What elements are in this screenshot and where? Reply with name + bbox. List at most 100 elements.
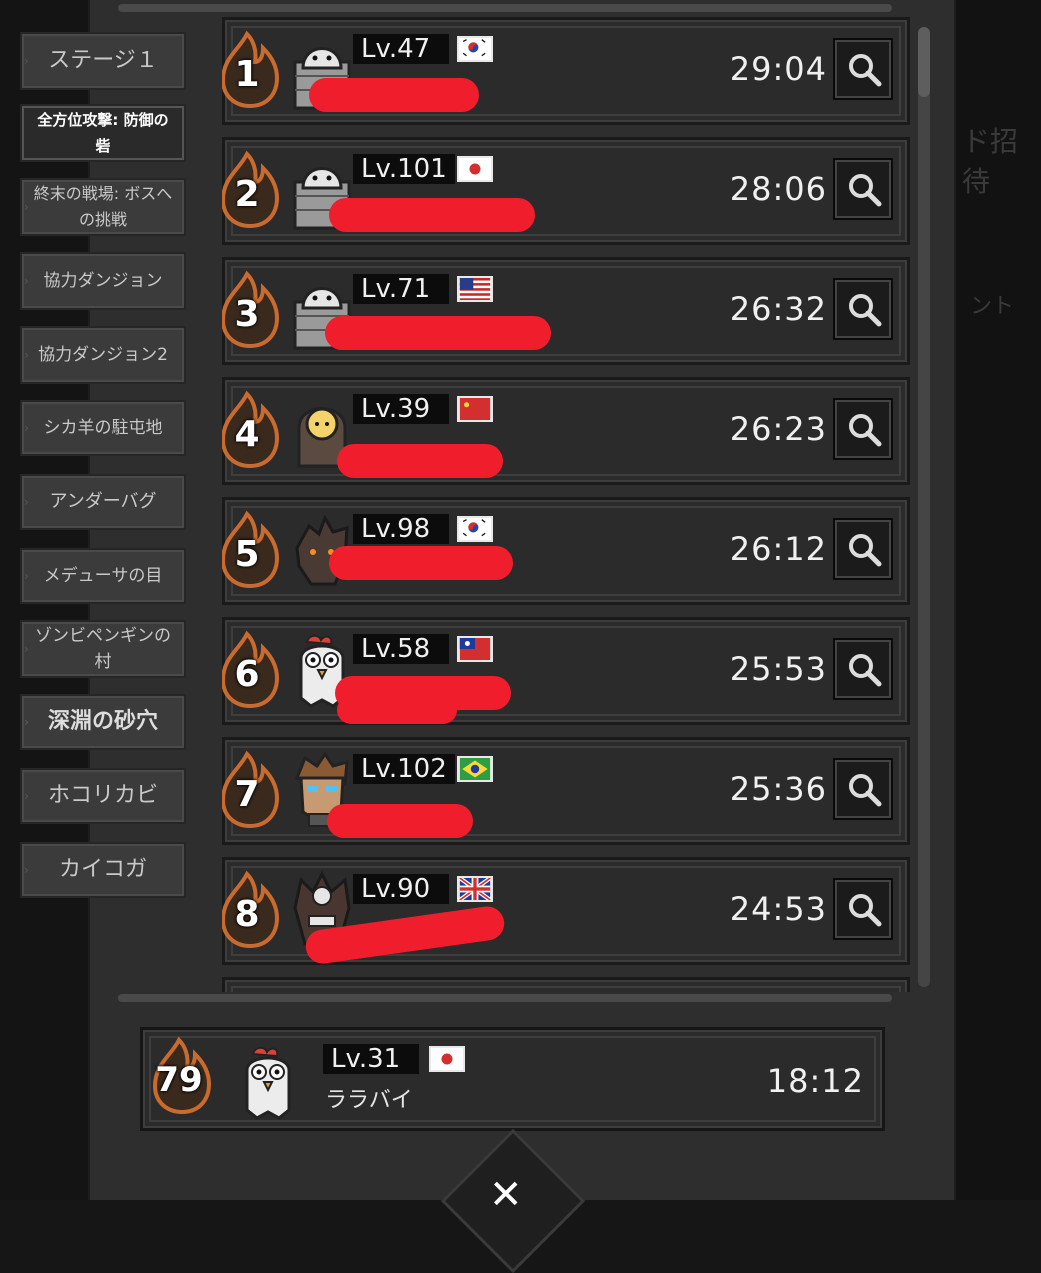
tab-deer-sheep-garrison[interactable]: › シカ羊の駐屯地 xyxy=(20,400,186,456)
ranking-row xyxy=(222,977,910,992)
tab-label: アンダーバグ xyxy=(49,491,157,512)
tab-underbug[interactable]: › アンダーバグ xyxy=(20,474,186,530)
view-details-button[interactable] xyxy=(833,158,893,220)
scrollbar-thumb[interactable] xyxy=(918,27,930,97)
magnifier-icon xyxy=(849,534,882,567)
rank-flame-icon: 2 xyxy=(222,150,283,229)
ranking-row: 8 Lv.90 24:53 xyxy=(222,857,910,966)
player-level: Lv.102 xyxy=(353,754,455,784)
tab-label: シカ羊の駐屯地 xyxy=(43,418,163,438)
rank-number: 7 xyxy=(234,774,260,815)
view-details-button[interactable] xyxy=(833,518,893,580)
player-level: Lv.101 xyxy=(353,154,455,184)
tab-fortress-defense[interactable]: 全方位攻撃: 防御の砦 xyxy=(20,104,186,162)
magnifier-icon xyxy=(849,654,882,687)
rank-flame-icon: 8 xyxy=(222,870,283,949)
ranking-row: 7 Lv.102 25:36 xyxy=(222,737,910,845)
clear-time: 26:23 xyxy=(729,410,827,448)
background-right: ド招待 ント xyxy=(952,0,1041,1200)
magnifier-icon xyxy=(849,894,882,927)
rank-number: 5 xyxy=(234,534,260,575)
tab-silkworm-moth[interactable]: › カイコガ xyxy=(20,842,186,898)
player-level: Lv.58 xyxy=(353,634,449,664)
view-details-button[interactable] xyxy=(833,758,893,820)
tab-coop-dungeon-2[interactable]: › 協力ダンジョン2 xyxy=(20,326,186,384)
player-level: Lv.71 xyxy=(353,274,449,304)
player-level: Lv.39 xyxy=(353,394,449,424)
panel-top-divider xyxy=(118,4,892,12)
flag-korea-icon xyxy=(457,36,493,62)
clear-time: 26:32 xyxy=(729,290,827,328)
tab-label: 深淵の砂穴 xyxy=(47,709,158,734)
player-level: Lv.31 xyxy=(323,1044,419,1074)
rank-flame-icon: 3 xyxy=(222,270,283,349)
ranking-list[interactable]: 1 Lv.47 29:04 2 Lv.101 28:06 3 Lv.71 26:… xyxy=(222,17,910,992)
tab-label: メデューサの目 xyxy=(43,566,163,586)
redaction-scribble xyxy=(329,546,513,580)
view-details-button[interactable] xyxy=(833,278,893,340)
clear-time: 25:36 xyxy=(729,770,827,808)
magnifier-icon xyxy=(849,54,882,87)
rank-flame-icon: 79 xyxy=(149,1036,215,1115)
tab-label: 協力ダンジョン2 xyxy=(38,345,168,365)
my-ranking-row: 79 Lv.31 ララバイ 18:12 xyxy=(140,1027,885,1131)
tab-coop-dungeon[interactable]: › 協力ダンジョン xyxy=(20,252,186,310)
clear-time: 25:53 xyxy=(729,650,827,688)
stage-tabs: › ステージ１ 全方位攻撃: 防御の砦 › 終末の戦場: ボスへの挑戦 › 協力ダンジ… xyxy=(0,0,200,1200)
magnifier-icon xyxy=(849,774,882,807)
ranking-row: 2 Lv.101 28:06 xyxy=(222,137,910,245)
flag-japan-icon xyxy=(457,156,493,182)
ranking-row: 1 Lv.47 29:04 xyxy=(222,17,910,125)
background-text: ント xyxy=(970,294,1015,319)
redaction-scribble xyxy=(327,804,473,838)
clear-time: 24:53 xyxy=(729,890,827,928)
background-text: ド招待 xyxy=(962,125,1019,198)
player-level: Lv.90 xyxy=(353,874,449,904)
tab-abyss-sand-pit[interactable]: › 深淵の砂穴 xyxy=(20,694,186,750)
rank-flame-icon: 4 xyxy=(222,390,283,469)
view-details-button[interactable] xyxy=(833,878,893,940)
rank-flame-icon: 7 xyxy=(222,750,283,829)
redaction-scribble xyxy=(325,316,551,350)
view-details-button[interactable] xyxy=(833,398,893,460)
flag-usa-icon xyxy=(457,276,493,302)
flag-korea-icon xyxy=(457,516,493,542)
view-details-button[interactable] xyxy=(833,38,893,100)
close-icon: ✕ xyxy=(489,1172,523,1218)
redaction-scribble xyxy=(337,444,503,478)
magnifier-icon xyxy=(849,294,882,327)
tab-label: ステージ１ xyxy=(48,48,158,73)
ranking-row: 3 Lv.71 26:32 xyxy=(222,257,910,365)
redaction-scribble xyxy=(309,78,479,112)
tab-label: 全方位攻撃: 防御の砦 xyxy=(37,111,169,155)
tab-stage-1[interactable]: › ステージ１ xyxy=(20,32,186,90)
player-level: Lv.98 xyxy=(353,514,449,544)
rank-number: 4 xyxy=(234,414,260,455)
player-name: ララバイ xyxy=(325,1088,413,1113)
flag-uk-icon xyxy=(457,876,493,902)
tab-medusa-eye[interactable]: › メデューサの目 xyxy=(20,548,186,604)
chicken-icon xyxy=(245,1046,291,1120)
clear-time: 26:12 xyxy=(729,530,827,568)
rank-number: 6 xyxy=(234,654,260,695)
player-level: Lv.47 xyxy=(353,34,449,64)
tab-boss-challenge[interactable]: › 終末の戦場: ボスへの挑戦 xyxy=(20,178,186,236)
view-details-button[interactable] xyxy=(833,638,893,700)
rank-number: 8 xyxy=(234,894,260,935)
rank-flame-icon: 5 xyxy=(222,510,283,589)
panel-bottom-divider xyxy=(118,994,892,1002)
redaction-scribble xyxy=(329,198,535,232)
tab-dust-mold[interactable]: › ホコリカビ xyxy=(20,768,186,824)
redaction-scribble xyxy=(337,696,457,724)
tab-label: カイコガ xyxy=(58,857,147,882)
ranking-row: 4 Lv.39 26:23 xyxy=(222,377,910,485)
flag-taiwan-icon xyxy=(457,636,493,662)
rank-number: 2 xyxy=(234,174,260,215)
clear-time: 29:04 xyxy=(729,50,827,88)
tab-zombie-penguin-village[interactable]: › ゾンビペンギンの村 xyxy=(20,620,186,678)
rank-number: 1 xyxy=(234,54,260,95)
flag-japan-icon xyxy=(429,1046,465,1072)
clear-time: 18:12 xyxy=(766,1062,864,1100)
tab-label: ホコリカビ xyxy=(47,783,158,808)
list-scrollbar[interactable] xyxy=(918,27,930,987)
